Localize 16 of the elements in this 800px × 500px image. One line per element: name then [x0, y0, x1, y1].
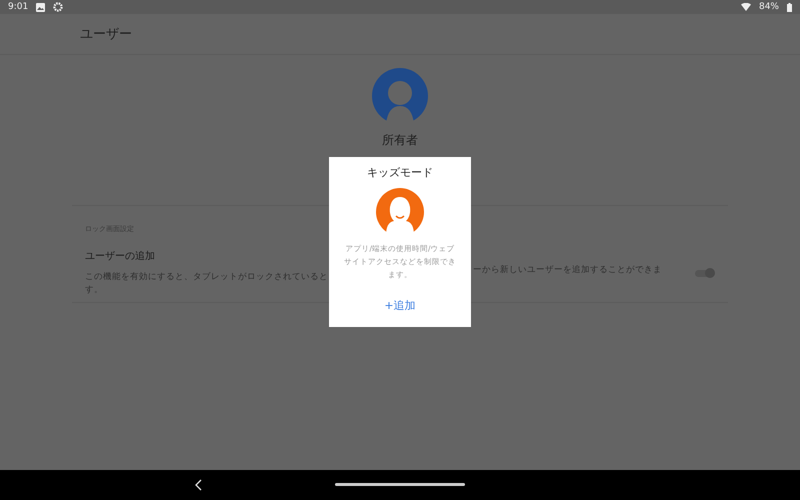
home-handle[interactable]: [335, 483, 465, 486]
wifi-icon: [740, 3, 751, 11]
back-icon[interactable]: [195, 479, 203, 491]
battery-percent: 84%: [758, 2, 779, 12]
owner-name: 所有者: [382, 132, 418, 149]
settings-icon: [53, 2, 64, 12]
battery-icon: [787, 2, 792, 12]
status-time: 9:01: [8, 2, 28, 12]
child-avatar-icon: [376, 188, 424, 236]
dialog-title: キッズモード: [367, 165, 433, 180]
image-icon: [36, 2, 46, 12]
toggle-switch[interactable]: [693, 266, 715, 278]
page-title: ユーザー: [80, 26, 132, 43]
user-avatar-icon[interactable]: [372, 68, 428, 124]
setting-title: ユーザーの追加: [85, 250, 155, 263]
add-button[interactable]: +追加: [384, 298, 416, 313]
